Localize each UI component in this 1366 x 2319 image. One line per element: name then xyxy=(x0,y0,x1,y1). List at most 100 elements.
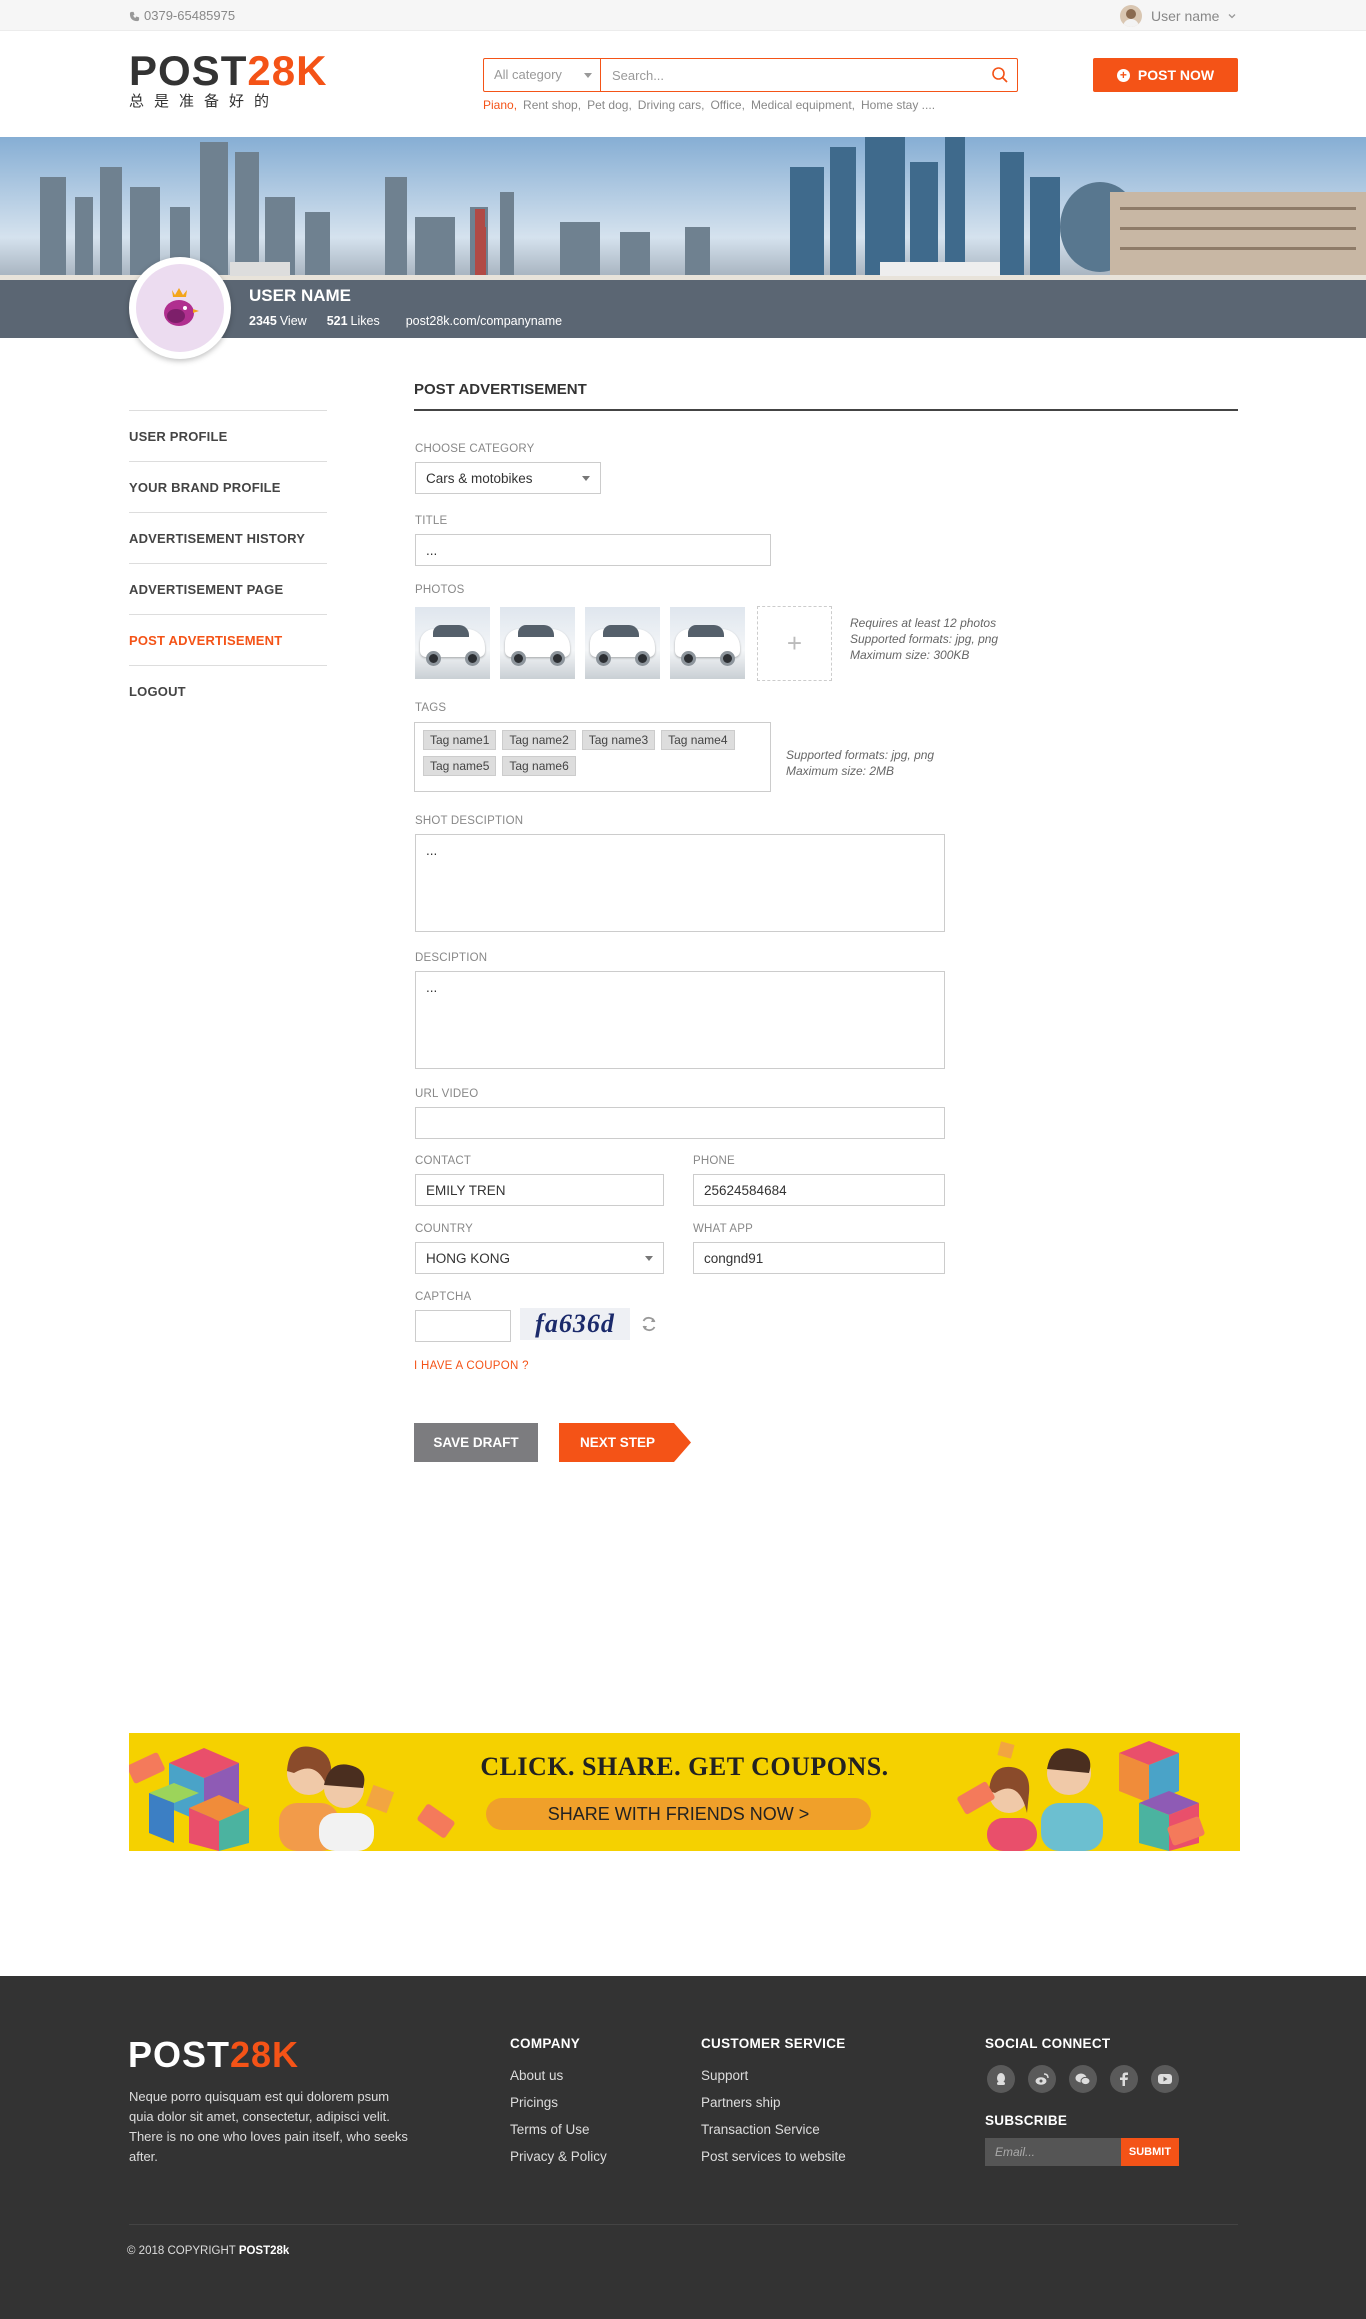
suggestion-link[interactable]: Medical equipment, xyxy=(751,98,855,112)
footer-link-transaction[interactable]: Transaction Service xyxy=(701,2122,820,2137)
category-select[interactable]: All category xyxy=(484,59,601,91)
post-now-button[interactable]: + POST NOW xyxy=(1093,58,1238,92)
captcha-input[interactable] xyxy=(415,1310,511,1342)
footer-description: Neque porro quisquam est qui dolorem psu… xyxy=(129,2089,408,2164)
plus-circle-icon: + xyxy=(1116,68,1130,82)
search-button[interactable] xyxy=(982,59,1018,91)
avatar xyxy=(1120,5,1142,27)
youtube-icon[interactable] xyxy=(1151,2065,1179,2093)
copyright-brand: POST28k xyxy=(238,2245,290,2257)
sidebar-item-ad-history[interactable]: ADVERTISEMENT HISTORY xyxy=(129,512,327,563)
tag-chip[interactable]: Tag name5 xyxy=(423,756,497,776)
tags-label: TAGS xyxy=(415,702,447,714)
view-label: View xyxy=(279,314,307,328)
coupon-ad-banner[interactable]: CLICK. SHARE. GET COUPONS. SHARE WITH FR… xyxy=(129,1733,1240,1851)
refresh-captcha-button[interactable] xyxy=(639,1314,659,1339)
footer-link-about[interactable]: About us xyxy=(510,2068,563,2083)
description-label: DESCIPTION xyxy=(415,952,488,964)
user-name: User name xyxy=(1151,8,1220,24)
contact-label: CONTACT xyxy=(415,1155,472,1167)
contact-field[interactable]: EMILY TREN xyxy=(415,1174,664,1206)
tag-chip[interactable]: Tag name4 xyxy=(661,730,735,750)
user-menu[interactable]: User name xyxy=(1120,4,1237,28)
subscribe-email-input[interactable] xyxy=(985,2138,1121,2166)
country-dropdown[interactable]: HONG KONG xyxy=(415,1242,664,1274)
sidebar-item-brand-profile[interactable]: YOUR BRAND PROFILE xyxy=(129,461,327,512)
url-video-label: URL VIDEO xyxy=(415,1088,479,1100)
captcha-image: fa636d xyxy=(520,1308,630,1340)
add-photo-button[interactable]: + xyxy=(757,606,832,681)
qq-icon[interactable] xyxy=(987,2065,1015,2093)
suggestion-link[interactable]: Pet dog, xyxy=(587,98,632,112)
sidebar-item-logout[interactable]: LOGOUT xyxy=(129,665,327,716)
country-label: COUNTRY xyxy=(415,1223,474,1235)
footer-logo[interactable]: POST28K xyxy=(128,2037,299,2073)
copyright: © 2018 COPYRIGHT POST28k xyxy=(127,2245,289,2257)
tags-field[interactable]: Tag name1 Tag name2 Tag name3 Tag name4 Tag … xyxy=(414,722,771,792)
whatapp-field[interactable]: congnd91 xyxy=(693,1242,945,1274)
tag-chip[interactable]: Tag name6 xyxy=(502,756,576,776)
weibo-icon[interactable] xyxy=(1028,2065,1056,2093)
profile-url[interactable]: post28k.com/companyname xyxy=(406,314,562,328)
like-count: 521 xyxy=(326,314,348,328)
sidebar-item-ad-page[interactable]: ADVERTISEMENT PAGE xyxy=(129,563,327,614)
tag-chip[interactable]: Tag name2 xyxy=(502,730,576,750)
photo-thumbnail[interactable] xyxy=(500,607,575,679)
footer-link-privacy[interactable]: Privacy & Policy xyxy=(510,2149,607,2164)
subscribe-heading: SUBSCRIBE xyxy=(985,2113,1068,2128)
tag-chip[interactable]: Tag name1 xyxy=(423,730,497,750)
footer-link-terms[interactable]: Terms of Use xyxy=(510,2122,590,2137)
wechat-icon[interactable] xyxy=(1069,2065,1097,2093)
suggestion-link[interactable]: Home stay .... xyxy=(861,98,935,112)
share-button[interactable]: SHARE WITH FRIENDS NOW > xyxy=(486,1798,871,1830)
company-heading: COMPANY xyxy=(510,2036,581,2051)
footer-link-partners[interactable]: Partners ship xyxy=(701,2095,781,2110)
tag-chip[interactable]: Tag name3 xyxy=(581,730,656,750)
logo[interactable]: POST28K xyxy=(129,50,327,92)
note-line: Requires at least 12 photos xyxy=(850,616,997,630)
save-draft-button[interactable]: SAVE DRAFT xyxy=(414,1423,538,1462)
view-count: 2345 xyxy=(249,314,277,328)
phone-field[interactable]: 25624584684 xyxy=(693,1174,945,1206)
sidebar-item-user-profile[interactable]: USER PROFILE xyxy=(129,410,327,461)
category-value: Cars & motobikes xyxy=(426,470,533,486)
title-value: ... xyxy=(426,542,438,558)
phone-number: 0379-65485975 xyxy=(144,8,236,23)
footer-link-post-services[interactable]: Post services to website xyxy=(701,2149,846,2164)
photo-thumbnail[interactable] xyxy=(415,607,490,679)
url-video-field[interactable] xyxy=(415,1107,945,1139)
note-line: Maximum size: 300KB xyxy=(850,648,970,662)
phone-label: PHONE xyxy=(693,1155,735,1167)
footer-link-support[interactable]: Support xyxy=(701,2068,748,2083)
suggestion-link[interactable]: Office, xyxy=(710,98,744,112)
form-title: POST ADVERTISEMENT xyxy=(414,381,587,398)
next-step-button[interactable]: NEXT STEP xyxy=(559,1423,691,1462)
suggestion-link[interactable]: Driving cars, xyxy=(638,98,705,112)
category-label: CHOOSE CATEGORY xyxy=(415,443,535,455)
search-input[interactable] xyxy=(602,59,982,91)
caret-down-icon xyxy=(584,73,592,78)
caret-down-icon xyxy=(582,476,590,481)
suggestion-link[interactable]: Piano, xyxy=(483,98,517,112)
description-field[interactable]: ... xyxy=(415,971,945,1069)
short-description-field[interactable]: ... xyxy=(415,834,945,932)
profile-name: USER NAME xyxy=(249,286,352,305)
footer-divider xyxy=(129,2224,1238,2225)
short-description-value: ... xyxy=(426,843,438,858)
description-value: ... xyxy=(426,980,438,995)
title-field[interactable]: ... xyxy=(415,534,771,566)
photo-thumbnail[interactable] xyxy=(585,607,660,679)
whatapp-label: WHAT APP xyxy=(693,1223,753,1235)
facebook-icon[interactable] xyxy=(1110,2065,1138,2093)
subscribe-submit-button[interactable]: SUBMIT xyxy=(1121,2138,1179,2166)
category-dropdown[interactable]: Cars & motobikes xyxy=(415,462,601,494)
coupon-link[interactable]: I HAVE A COUPON ? xyxy=(414,1360,529,1372)
photos-label: PHOTOS xyxy=(415,584,465,596)
post-now-label: POST NOW xyxy=(1137,67,1215,83)
phone-value: 25624584684 xyxy=(704,1182,787,1198)
footer-link-pricings[interactable]: Pricings xyxy=(510,2095,558,2110)
suggestion-link[interactable]: Rent shop, xyxy=(523,98,581,112)
photo-thumbnail[interactable] xyxy=(670,607,745,679)
sidebar-item-post-ad[interactable]: POST ADVERTISEMENT xyxy=(129,614,327,665)
profile-avatar[interactable] xyxy=(129,257,231,359)
